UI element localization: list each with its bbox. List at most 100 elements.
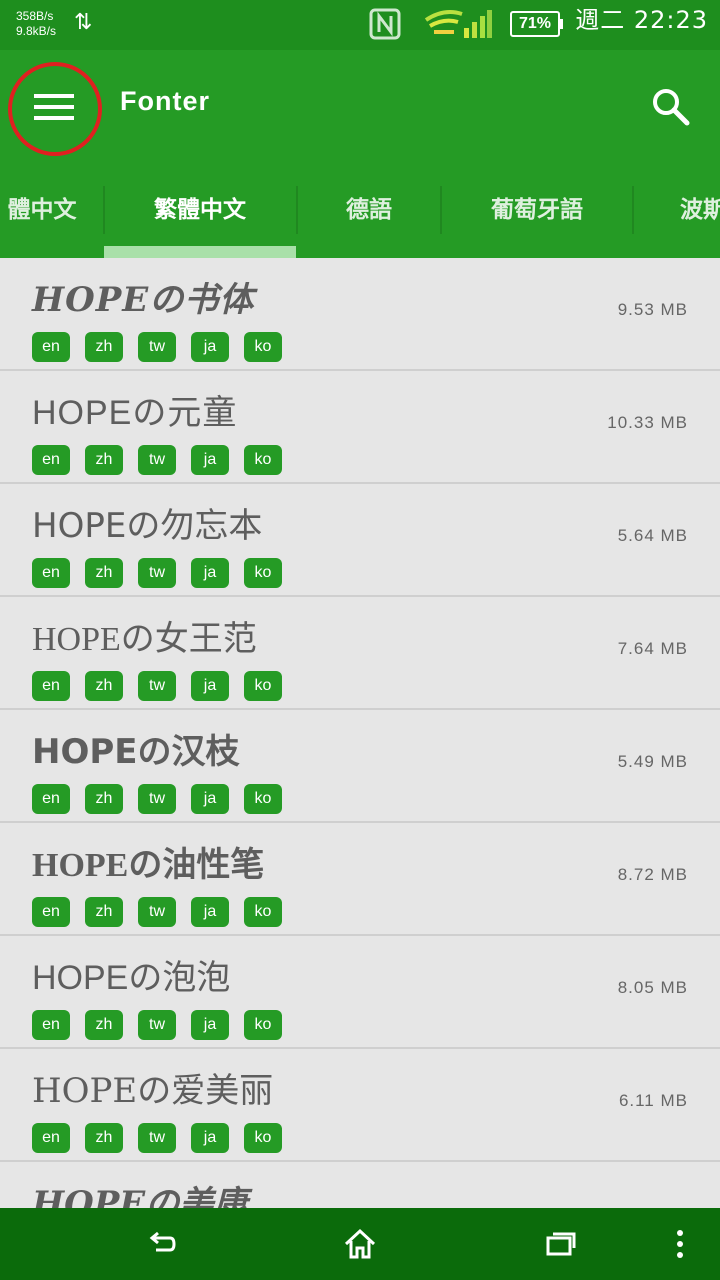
tag-ja: ja [191,1010,229,1040]
list-item[interactable]: HOPEの女王范 7.64 MB en zh tw ja ko [0,597,720,710]
tab-indicator [104,246,296,258]
language-tabs: 體中文 繁體中文 德語 葡萄牙語 波斯 [0,186,720,258]
font-name: HOPEの油性笔 [32,847,265,884]
data-transfer-icon: ⇅ [74,10,93,35]
tag-tw: tw [138,897,176,927]
font-name: HOPEの泡泡 [32,959,231,997]
font-size: 5.64 MB [617,526,688,545]
tag-ko: ko [244,445,282,475]
language-tags: en zh tw ja ko [32,897,297,927]
battery-percent: 71% [518,15,552,32]
font-size: 8.72 MB [617,865,688,884]
tag-ja: ja [191,897,229,927]
tag-ja: ja [191,1123,229,1153]
tag-ko: ko [244,1010,282,1040]
back-icon[interactable] [144,1226,180,1262]
list-item[interactable]: HOPEの勿忘本 5.64 MB en zh tw ja ko [0,484,720,597]
tag-tw: tw [138,558,176,588]
tag-zh: zh [85,1123,123,1153]
tag-en: en [32,897,70,927]
upload-speed: 358B/s [16,9,54,23]
tag-zh: zh [85,558,123,588]
tag-ko: ko [244,558,282,588]
tab-simplified-chinese[interactable]: 體中文 [0,186,104,258]
tag-en: en [32,1123,70,1153]
tag-tw: tw [138,445,176,475]
language-tags: en zh tw ja ko [32,1123,297,1153]
font-name: HOPEの汉枝 [32,732,240,772]
clock: 週二 22:23 [575,6,708,34]
list-item[interactable]: HOPEの元童 10.33 MB en zh tw ja ko [0,371,720,484]
app-bar: Fonter 體中文 繁體中文 德語 葡萄牙語 波斯 [0,50,720,258]
app-title: Fonter [120,86,210,116]
battery-icon: 71% [510,10,564,38]
list-item[interactable]: HOPEの爱美丽 6.11 MB en zh tw ja ko [0,1049,720,1162]
tag-en: en [32,1010,70,1040]
tag-ja: ja [191,332,229,362]
list-item[interactable]: HOPEの泡泡 8.05 MB en zh tw ja ko [0,936,720,1049]
tag-zh: zh [85,445,123,475]
language-tags: en zh tw ja ko [32,558,297,588]
tag-ja: ja [191,558,229,588]
font-size: 8.05 MB [617,978,688,997]
menu-icon[interactable] [34,92,76,122]
tag-tw: tw [138,1123,176,1153]
font-size: 5.49 MB [617,752,688,771]
tag-ko: ko [244,1123,282,1153]
language-tags: en zh tw ja ko [32,332,297,362]
font-size: 10.33 MB [607,413,688,432]
tag-zh: zh [85,1010,123,1040]
font-size: 6.11 MB [618,1091,688,1110]
language-tags: en zh tw ja ko [32,784,297,814]
tag-ko: ko [244,897,282,927]
tag-tw: tw [138,332,176,362]
download-speed: 9.8kB/s [16,24,57,38]
list-item[interactable]: HOPEの美康 [0,1162,720,1208]
tag-ko: ko [244,784,282,814]
system-nav-bar [0,1208,720,1280]
list-item[interactable]: HOPEの书体 9.53 MB en zh tw ja ko [0,258,720,371]
tag-zh: zh [85,897,123,927]
list-item[interactable]: HOPEの油性笔 8.72 MB en zh tw ja ko [0,823,720,936]
tag-tw: tw [138,784,176,814]
language-tags: en zh tw ja ko [32,671,297,701]
tag-zh: zh [85,332,123,362]
font-size: 9.53 MB [617,300,688,319]
language-tags: en zh tw ja ko [32,445,297,475]
font-name: HOPEの女王范 [32,621,257,658]
font-name: HOPEの勿忘本 [32,506,263,546]
overflow-menu-icon[interactable] [662,1226,698,1262]
tag-ko: ko [244,671,282,701]
list-item[interactable]: HOPEの汉枝 5.49 MB en zh tw ja ko [0,710,720,823]
status-bar: 358B/s 9.8kB/s ⇅ 71% 週二 22:23 [0,0,720,50]
tab-portuguese[interactable]: 葡萄牙語 [442,186,632,258]
search-icon[interactable] [650,86,690,126]
tag-ja: ja [191,784,229,814]
tag-ja: ja [191,671,229,701]
tab-german[interactable]: 德語 [298,186,440,258]
font-name: HOPEの爱美丽 [32,1071,274,1111]
tab-persian[interactable]: 波斯 [634,186,720,258]
tag-en: en [32,445,70,475]
tag-en: en [32,332,70,362]
font-name: HOPEの元童 [32,394,238,432]
tag-zh: zh [85,671,123,701]
tag-tw: tw [138,671,176,701]
tag-en: en [32,558,70,588]
network-speed: 358B/s 9.8kB/s [16,9,56,39]
home-icon[interactable] [342,1226,378,1262]
tag-en: en [32,671,70,701]
tag-zh: zh [85,784,123,814]
font-name: HOPEの书体 [32,280,255,320]
tag-tw: tw [138,1010,176,1040]
signal-icon [424,10,492,38]
tag-ko: ko [244,332,282,362]
language-tags: en zh tw ja ko [32,1010,297,1040]
font-name: HOPEの美康 [32,1184,248,1208]
tag-en: en [32,784,70,814]
nfc-icon [369,8,401,40]
recents-icon[interactable] [542,1226,578,1262]
font-size: 7.64 MB [617,639,688,658]
font-list: HOPEの书体 9.53 MB en zh tw ja ko HOPEの元童 10.33… [0,258,720,1208]
tag-ja: ja [191,445,229,475]
